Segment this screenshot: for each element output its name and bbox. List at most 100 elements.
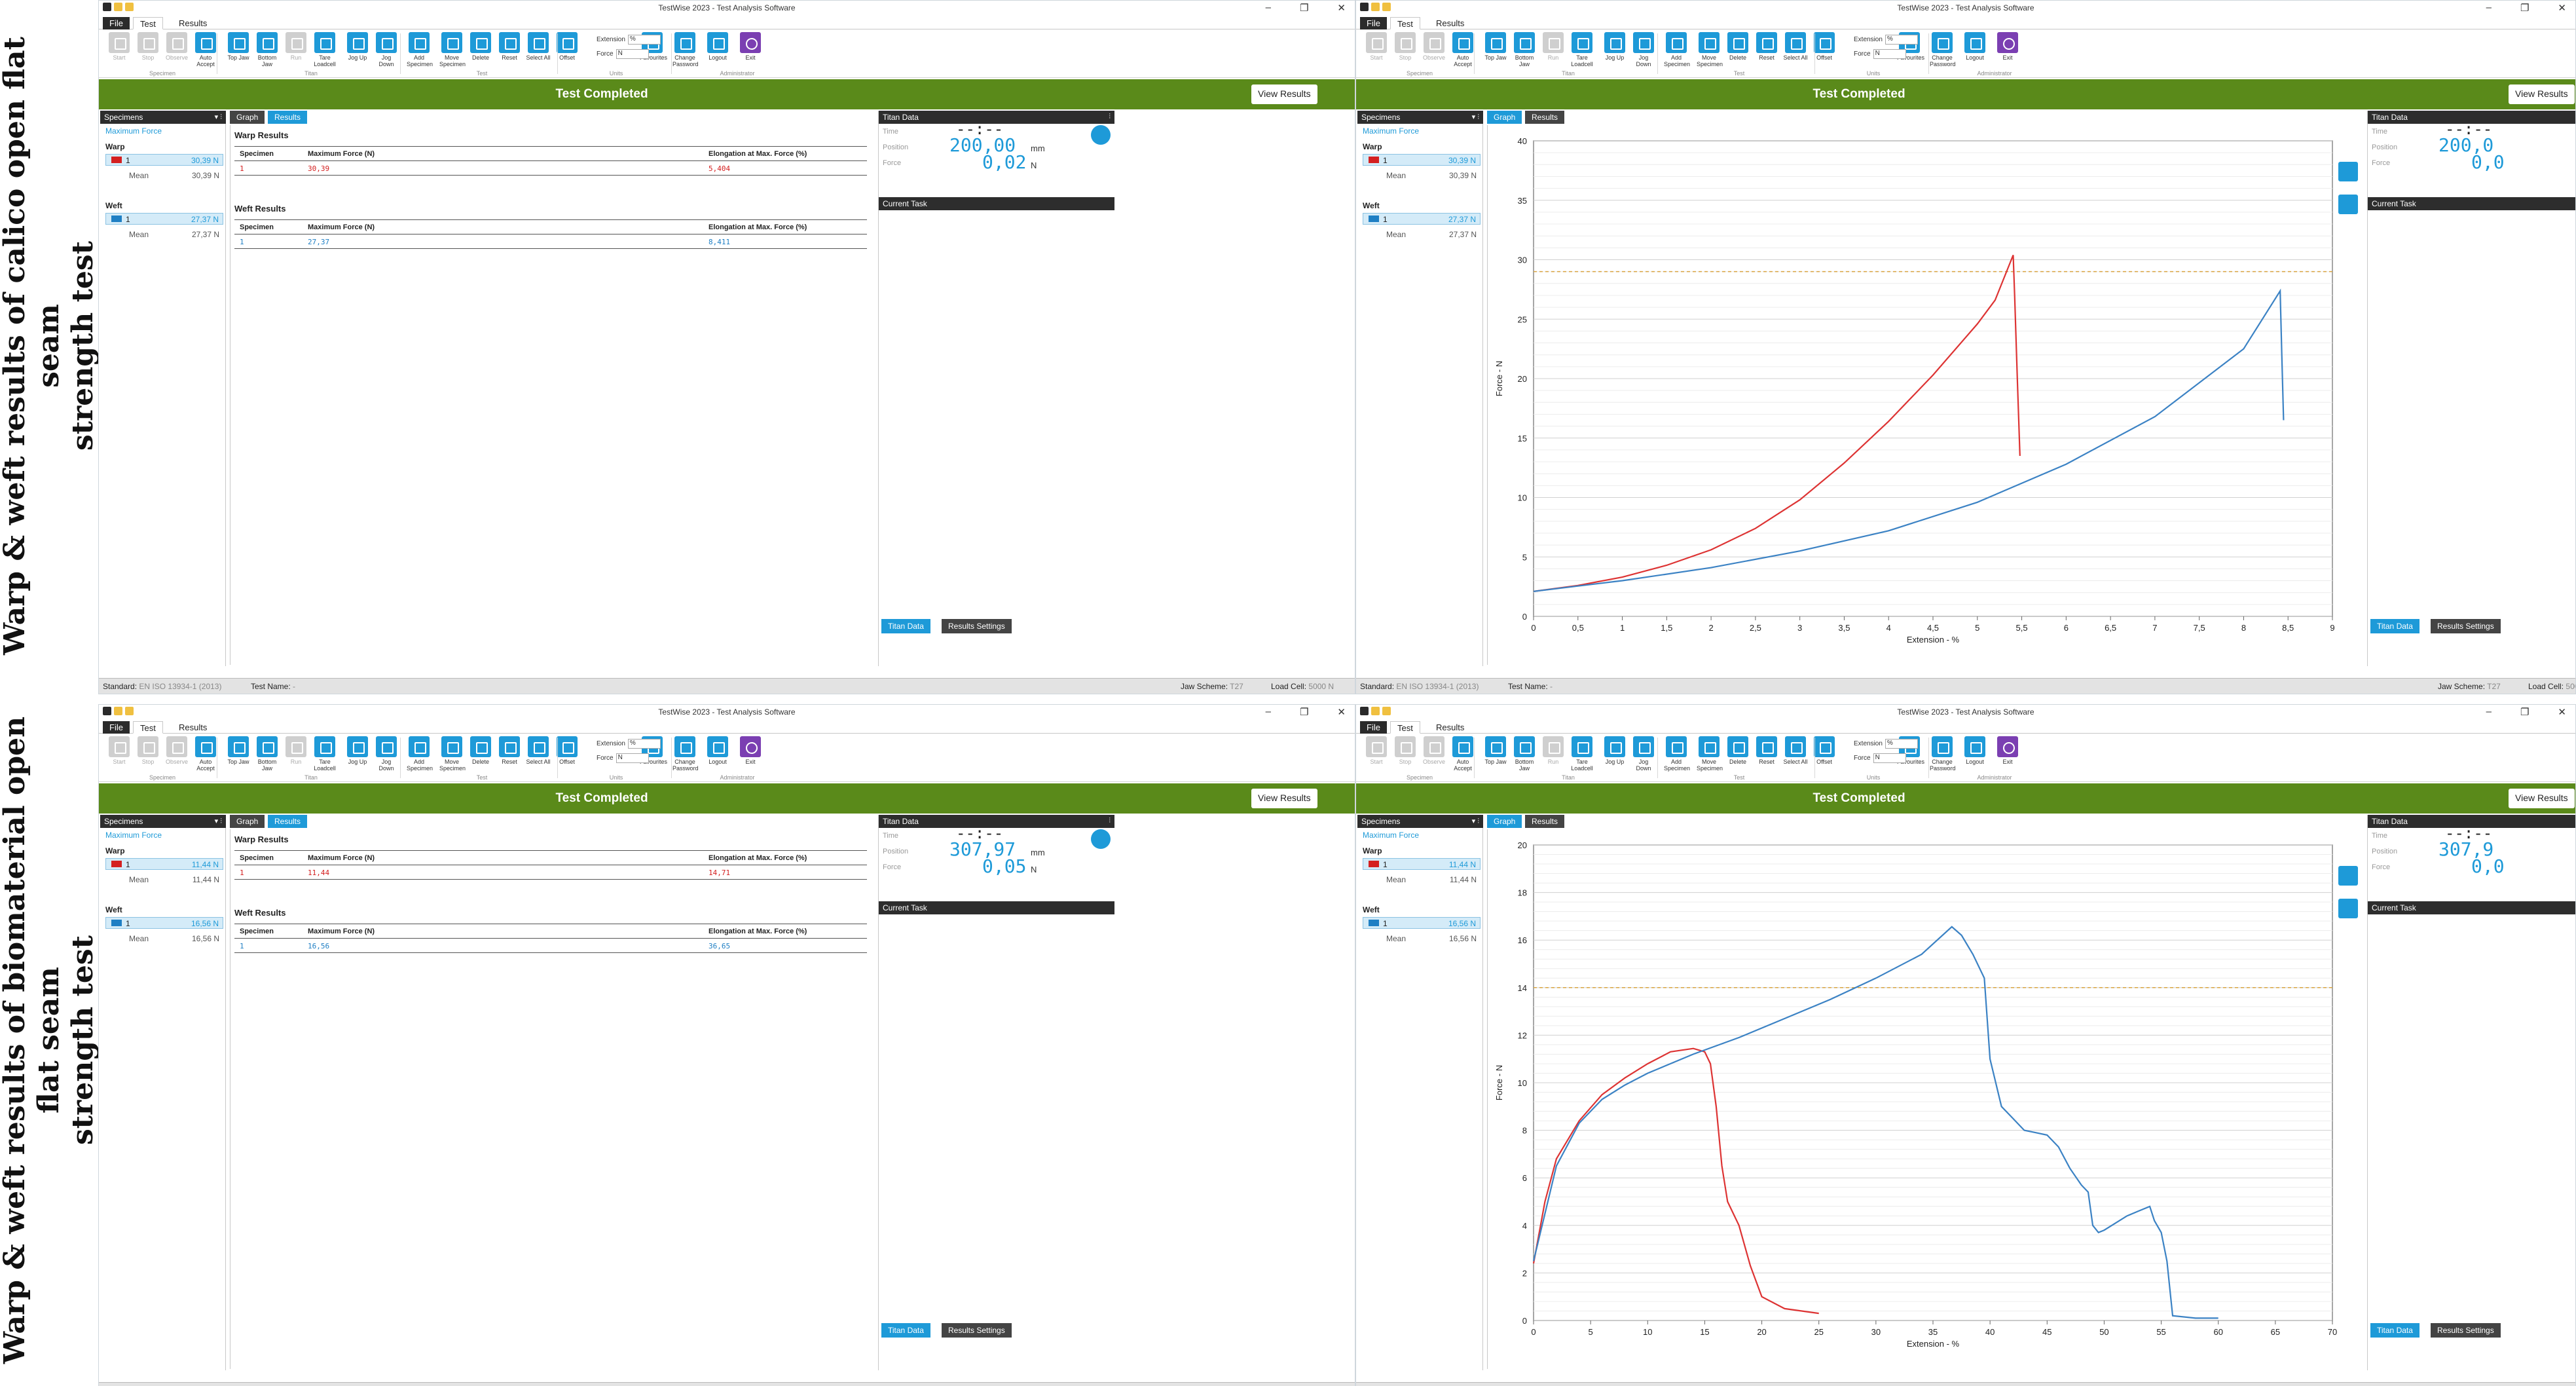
table-row[interactable]: 1 11,44 14,71 (234, 865, 867, 880)
force-unit-select[interactable]: N (616, 49, 649, 59)
view-results-button[interactable]: View Results (2509, 84, 2575, 104)
jog-up-button[interactable]: Jog Up (1602, 32, 1627, 61)
restore-icon[interactable]: ❐ (2520, 2, 2529, 14)
restore-icon[interactable]: ❐ (1300, 2, 1308, 14)
select-all-button[interactable]: Select All (1783, 32, 1808, 61)
offset-button[interactable]: Offset (1812, 32, 1837, 61)
stop-button[interactable]: Stop (1393, 736, 1418, 765)
top-jaw-button[interactable]: Top Jaw (1483, 736, 1508, 765)
play-button[interactable]: Start (107, 736, 132, 765)
tab-titan-data[interactable]: Titan Data (2370, 619, 2420, 633)
tare-button[interactable]: Tare Loadcell (1570, 736, 1594, 772)
reset-button[interactable]: Reset (497, 736, 522, 765)
play-button[interactable]: Start (1364, 736, 1389, 765)
reset-button[interactable]: Reset (1754, 32, 1779, 61)
tab-results[interactable]: Results (172, 17, 213, 29)
jog-down-button[interactable]: Jog Down (1631, 736, 1656, 772)
password-button[interactable]: Change Password (1930, 32, 1956, 67)
delete-button[interactable]: Delete (1725, 736, 1750, 765)
tare-button[interactable]: Tare Loadcell (312, 736, 337, 772)
tab-results-view[interactable]: Results (1525, 111, 1565, 124)
run-button[interactable]: Run (1541, 736, 1566, 765)
move-specimen-button[interactable]: Move Specimen (1697, 32, 1723, 67)
tare-button[interactable]: Tare Loadcell (312, 32, 337, 67)
close-icon[interactable]: ✕ (1337, 706, 1346, 718)
pin-icon[interactable]: ▾ ⫶ (1472, 113, 1479, 122)
clock-icon[interactable] (1091, 829, 1111, 849)
offset-button[interactable]: Offset (555, 736, 580, 765)
stop-button[interactable]: Stop (136, 736, 160, 765)
tab-titan-data[interactable]: Titan Data (881, 619, 930, 633)
extension-unit-select[interactable]: % (627, 739, 661, 749)
tab-results-view[interactable]: Results (268, 815, 308, 828)
weft-specimen-row[interactable]: 1 27,37 N (105, 213, 223, 225)
power-button[interactable]: Exit (738, 736, 763, 765)
minimize-icon[interactable]: – (1266, 706, 1271, 718)
tab-file[interactable]: File (1360, 721, 1387, 734)
tab-file[interactable]: File (103, 721, 130, 734)
move-specimen-button[interactable]: Move Specimen (439, 32, 466, 67)
warp-specimen-row[interactable]: 1 11,44 N (1363, 858, 1481, 870)
select-all-button[interactable]: Select All (526, 736, 551, 765)
logout-button[interactable]: Logout (705, 32, 730, 61)
tab-titan-data[interactable]: Titan Data (2370, 1323, 2420, 1338)
minimize-icon[interactable]: – (1266, 2, 1271, 14)
tab-results-settings[interactable]: Results Settings (2431, 1323, 2501, 1338)
power-button[interactable]: Exit (1995, 736, 2020, 765)
zoom-reset-icon[interactable] (2338, 899, 2358, 918)
delete-button[interactable]: Delete (468, 32, 493, 61)
tab-results-settings[interactable]: Results Settings (942, 619, 1012, 633)
add-specimen-button[interactable]: Add Specimen (407, 32, 433, 67)
close-icon[interactable]: ✕ (2558, 2, 2566, 14)
pin-icon[interactable]: ⫶ (1109, 113, 1111, 121)
pin-icon[interactable]: ▾ ⫶ (215, 817, 222, 826)
observe-button[interactable]: Observe (164, 32, 189, 61)
restore-icon[interactable]: ❐ (2520, 706, 2529, 718)
password-button[interactable]: Change Password (1930, 736, 1956, 772)
extension-unit-select[interactable]: % (1885, 739, 1918, 749)
view-results-button[interactable]: View Results (2509, 789, 2575, 808)
zoom-reset-icon[interactable] (2338, 195, 2358, 214)
bottom-jaw-button[interactable]: Bottom Jaw (255, 736, 280, 772)
move-specimen-button[interactable]: Move Specimen (439, 736, 466, 772)
weft-specimen-row[interactable]: 1 16,56 N (105, 917, 223, 929)
tab-results[interactable]: Results (172, 721, 213, 734)
tab-graph[interactable]: Graph (1487, 111, 1522, 124)
add-specimen-button[interactable]: Add Specimen (407, 736, 433, 772)
stop-button[interactable]: Stop (136, 32, 160, 61)
jog-up-button[interactable]: Jog Up (345, 736, 370, 765)
offset-button[interactable]: Offset (1812, 736, 1837, 765)
select-all-button[interactable]: Select All (1783, 736, 1808, 765)
close-icon[interactable]: ✕ (2558, 706, 2566, 718)
table-row[interactable]: 1 30,39 5,404 (234, 161, 867, 176)
force-unit-select[interactable]: N (1873, 49, 1906, 59)
stop-button[interactable]: Stop (1393, 32, 1418, 61)
offset-button[interactable]: Offset (555, 32, 580, 61)
minimize-icon[interactable]: – (2486, 2, 2492, 14)
observe-button[interactable]: Observe (1422, 736, 1446, 765)
bottom-jaw-button[interactable]: Bottom Jaw (255, 32, 280, 67)
tab-file[interactable]: File (103, 17, 130, 29)
bottom-jaw-button[interactable]: Bottom Jaw (1512, 736, 1537, 772)
tab-titan-data[interactable]: Titan Data (881, 1323, 930, 1338)
observe-button[interactable]: Observe (164, 736, 189, 765)
view-results-button[interactable]: View Results (1251, 789, 1317, 808)
extension-unit-select[interactable]: % (1885, 35, 1918, 45)
weft-specimen-row[interactable]: 1 27,37 N (1363, 213, 1481, 225)
jog-down-button[interactable]: Jog Down (1631, 32, 1656, 67)
logout-button[interactable]: Logout (1962, 736, 1987, 765)
pin-icon[interactable]: ⫶ (1109, 817, 1111, 825)
observe-button[interactable]: Observe (1422, 32, 1446, 61)
clock-icon[interactable] (1091, 125, 1111, 145)
minimize-icon[interactable]: – (2486, 706, 2492, 718)
logout-button[interactable]: Logout (705, 736, 730, 765)
tab-results-settings[interactable]: Results Settings (2431, 619, 2501, 633)
auto-accept-button[interactable]: Auto Accept (1450, 32, 1475, 67)
auto-accept-button[interactable]: Auto Accept (1450, 736, 1475, 772)
tab-results[interactable]: Results (1429, 721, 1471, 734)
pin-icon[interactable]: ▾ ⫶ (215, 113, 222, 122)
delete-button[interactable]: Delete (1725, 32, 1750, 61)
view-results-button[interactable]: View Results (1251, 84, 1317, 104)
add-specimen-button[interactable]: Add Specimen (1664, 736, 1690, 772)
jog-down-button[interactable]: Jog Down (374, 736, 399, 772)
